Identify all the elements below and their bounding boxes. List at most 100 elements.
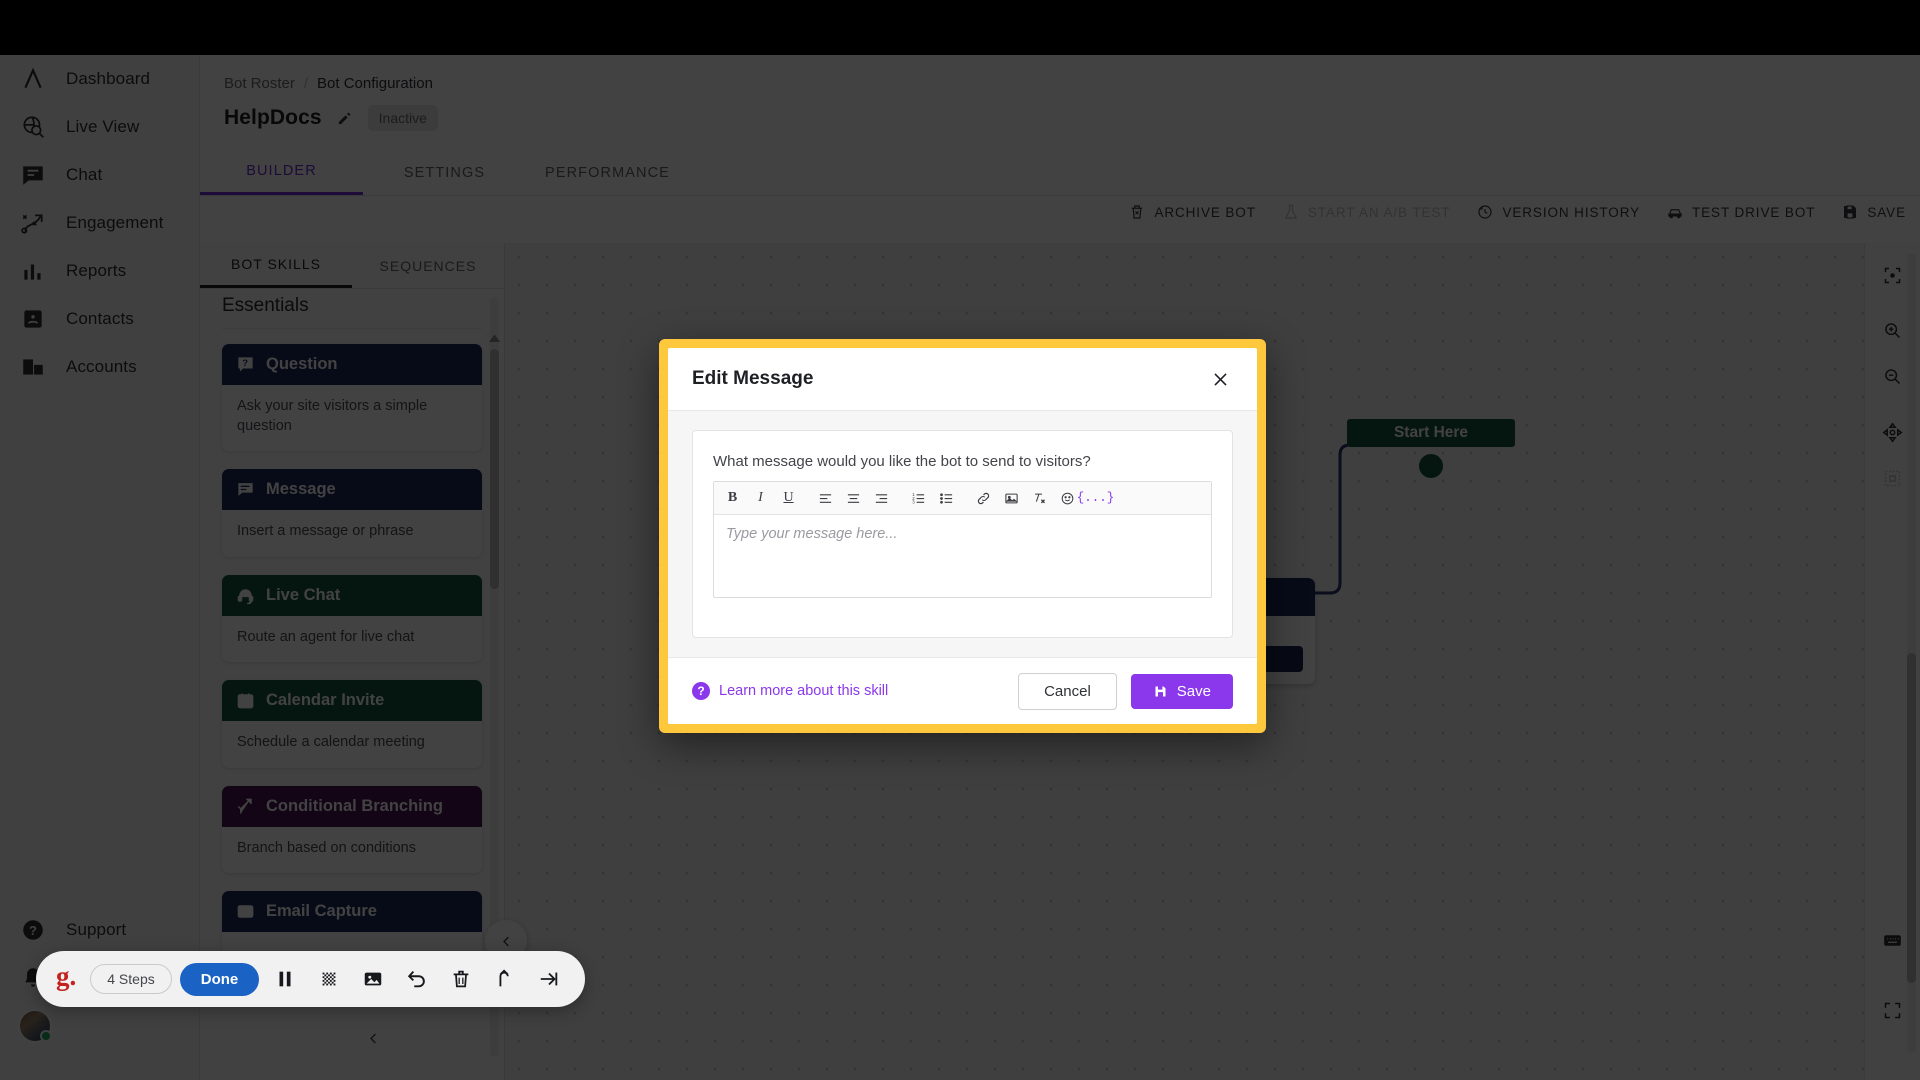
cancel-button[interactable]: Cancel bbox=[1018, 672, 1117, 710]
image-icon[interactable] bbox=[998, 485, 1025, 511]
modal-header: Edit Message bbox=[668, 348, 1257, 411]
save-button[interactable]: SAVE bbox=[1841, 203, 1906, 221]
zoom-out-button[interactable] bbox=[1875, 358, 1911, 394]
skill-card-message[interactable]: Message Insert a message or phrase bbox=[222, 469, 482, 557]
breadcrumb-parent[interactable]: Bot Roster bbox=[224, 75, 295, 92]
edit-message-modal: Edit Message What message would you like… bbox=[659, 339, 1266, 733]
skill-card-calendar-invite[interactable]: Calendar Invite Schedule a calendar meet… bbox=[222, 680, 482, 768]
version-history-button[interactable]: VERSION HISTORY bbox=[1476, 203, 1640, 221]
keyboard-icon bbox=[1884, 934, 1901, 946]
sidebar-item-engagement[interactable]: Engagement bbox=[0, 199, 199, 247]
align-left-icon[interactable] bbox=[812, 485, 839, 511]
fullscreen-button[interactable] bbox=[1875, 992, 1911, 1028]
fit-selection-button[interactable] bbox=[1875, 460, 1911, 496]
svg-text:3: 3 bbox=[912, 499, 915, 504]
avatar[interactable] bbox=[18, 1009, 52, 1043]
collapse-sidebar-button[interactable] bbox=[360, 1025, 386, 1051]
contact-card-icon bbox=[18, 304, 48, 334]
ordered-list-icon[interactable]: 123 bbox=[905, 485, 932, 511]
edit-pencil-icon[interactable] bbox=[335, 108, 355, 128]
start-here-node[interactable]: Start Here bbox=[1347, 419, 1515, 447]
screenshot-button[interactable] bbox=[355, 961, 391, 997]
italic-icon[interactable]: I bbox=[747, 485, 774, 511]
link-icon[interactable] bbox=[970, 485, 997, 511]
canvas-scrollbar-thumb[interactable] bbox=[1907, 653, 1916, 983]
tab-performance[interactable]: PERFORMANCE bbox=[526, 150, 689, 195]
action-bar: ARCHIVE BOT START AN A/B TEST VERSION HI… bbox=[1128, 203, 1906, 221]
zoom-in-button[interactable] bbox=[1875, 312, 1911, 348]
focus-target-button[interactable] bbox=[1875, 257, 1911, 293]
skill-card-question[interactable]: ? Question Ask your site visitors a simp… bbox=[222, 344, 482, 452]
start-ab-test-button: START AN A/B TEST bbox=[1282, 203, 1451, 221]
message-input[interactable]: Type your message here... bbox=[714, 515, 1211, 597]
branch-icon bbox=[237, 798, 252, 814]
archive-bot-button[interactable]: ARCHIVE BOT bbox=[1128, 203, 1255, 221]
skill-card-title: Email Capture bbox=[266, 902, 377, 921]
focus-target-icon bbox=[1884, 267, 1901, 283]
variable-braces-icon[interactable]: {...} bbox=[1077, 485, 1115, 511]
floppy-disk-icon bbox=[1844, 205, 1857, 219]
sidebar-item-contacts[interactable]: Contacts bbox=[0, 295, 199, 343]
save-button[interactable]: Save bbox=[1130, 673, 1233, 709]
action-label: VERSION HISTORY bbox=[1502, 204, 1640, 220]
skill-card-header: Email Capture bbox=[222, 891, 482, 933]
align-center-icon[interactable] bbox=[840, 485, 867, 511]
sidebar-item-support[interactable]: ? Support bbox=[0, 906, 200, 954]
skill-card-live-chat[interactable]: Live Chat Route an agent for live chat bbox=[222, 574, 482, 663]
tab-bot-skills[interactable]: BOT SKILLS bbox=[200, 243, 352, 288]
done-button[interactable]: Done bbox=[179, 962, 260, 996]
steps-counter[interactable]: 4 Steps bbox=[90, 964, 172, 994]
chevron-up-icon[interactable] bbox=[489, 331, 500, 342]
editor-toolbar: B I U 1 2 3 {...} bbox=[714, 482, 1211, 515]
skill-card-description: Branch based on conditions bbox=[237, 839, 416, 856]
skill-card-conditional-branching[interactable]: Conditional Branching Branch based on co… bbox=[222, 785, 482, 874]
sidebar-item-chat[interactable]: Chat bbox=[0, 151, 199, 199]
sidebar-item-reports[interactable]: Reports bbox=[0, 247, 199, 295]
learn-more-label: Learn more about this skill bbox=[719, 683, 889, 699]
test-drive-bot-button[interactable]: TEST DRIVE BOT bbox=[1666, 203, 1815, 221]
skill-card-description: Route an agent for live chat bbox=[237, 628, 415, 645]
sidebar-item-accounts[interactable]: Accounts bbox=[0, 343, 199, 391]
message-field-card: What message would you like the bot to s… bbox=[692, 430, 1233, 638]
share-arrow-up-icon bbox=[499, 969, 509, 987]
learn-more-link[interactable]: ? Learn more about this skill bbox=[692, 682, 888, 700]
clear-format-icon[interactable] bbox=[1026, 485, 1053, 511]
avatar-row[interactable] bbox=[0, 1002, 200, 1050]
history-clock-icon bbox=[1478, 205, 1493, 219]
tab-builder[interactable]: BUILDER bbox=[200, 150, 363, 195]
status-badge: Inactive bbox=[367, 105, 438, 131]
modal-container: Edit Message What message would you like… bbox=[668, 348, 1257, 724]
skill-card-title: Message bbox=[266, 480, 336, 499]
close-icon[interactable] bbox=[1207, 366, 1233, 392]
sidebar-item-live-view[interactable]: Live View bbox=[0, 103, 199, 151]
save-label: Save bbox=[1176, 682, 1211, 700]
skill-card-email-capture[interactable]: Email Capture bbox=[222, 891, 482, 960]
bullet-list-icon[interactable] bbox=[933, 485, 960, 511]
start-node-connector-dot[interactable] bbox=[1419, 454, 1443, 478]
share-button[interactable] bbox=[487, 961, 523, 997]
pan-move-button[interactable] bbox=[1875, 414, 1911, 450]
undo-button[interactable] bbox=[399, 961, 435, 997]
rich-text-editor[interactable]: B I U 1 2 3 {...} Type your message here… bbox=[713, 481, 1212, 598]
keyboard-shortcuts-button[interactable] bbox=[1875, 922, 1911, 958]
tab-sequences[interactable]: SEQUENCES bbox=[352, 243, 504, 288]
tab-settings[interactable]: SETTINGS bbox=[363, 150, 526, 195]
sidebar-label: Dashboard bbox=[66, 69, 151, 88]
step-forward-button[interactable] bbox=[531, 961, 567, 997]
halftone-dither-icon bbox=[322, 972, 336, 986]
trash-icon bbox=[1132, 205, 1143, 219]
align-right-icon[interactable] bbox=[868, 485, 895, 511]
pause-button[interactable] bbox=[267, 961, 303, 997]
sidebar-label: Support bbox=[66, 920, 127, 939]
skill-panel-tabs: BOT SKILLS SEQUENCES bbox=[200, 243, 504, 289]
calendar-icon bbox=[237, 693, 254, 709]
dither-toggle-button[interactable] bbox=[311, 961, 347, 997]
modal-title: Edit Message bbox=[692, 368, 814, 389]
bold-icon[interactable]: B bbox=[719, 485, 746, 511]
sidebar-item-dashboard[interactable]: Dashboard bbox=[0, 55, 199, 103]
delete-button[interactable] bbox=[443, 961, 479, 997]
chevron-left-icon bbox=[369, 1033, 376, 1043]
step-forward-icon bbox=[540, 972, 558, 986]
skill-scrollbar-thumb[interactable] bbox=[490, 349, 499, 589]
underline-icon[interactable]: U bbox=[775, 485, 802, 511]
